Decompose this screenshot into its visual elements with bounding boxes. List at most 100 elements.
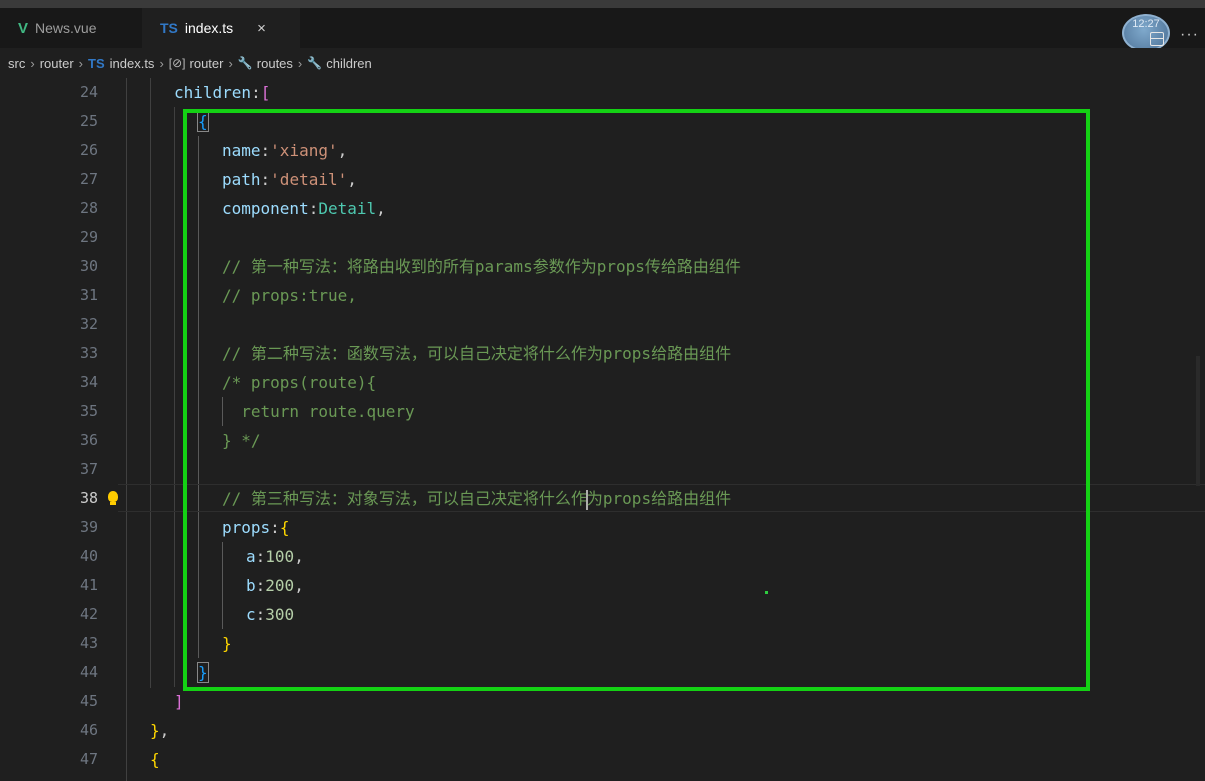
- code-line: 36 } */: [0, 426, 1205, 455]
- chevron-right-icon: ›: [228, 55, 233, 71]
- code-text: component:Detail,: [222, 199, 386, 218]
- code-text: children:[: [174, 83, 271, 102]
- line-number: 40: [79, 547, 98, 565]
- line-number: 46: [79, 721, 98, 739]
- code-line: 35 return route.query: [0, 397, 1205, 426]
- code-line: 37: [0, 455, 1205, 484]
- avatar-time: 12:27: [1132, 18, 1160, 30]
- vue-file-icon: V: [18, 19, 29, 37]
- ts-file-icon: TS: [88, 55, 105, 71]
- breadcrumb-item-routes[interactable]: routes: [257, 56, 293, 71]
- code-line: 45 ]: [0, 687, 1205, 716]
- wrench-icon: 🔧: [237, 56, 253, 70]
- comment: return route.query: [222, 402, 415, 421]
- code-line: 42 c:300: [0, 600, 1205, 629]
- line-number: 42: [79, 605, 98, 623]
- code-line-current: 38 // 第三种写法：对象写法，可以自己决定将什么作为props给路由组件: [0, 484, 1205, 513]
- breadcrumb-item-children[interactable]: children: [326, 56, 372, 71]
- ts-file-icon: TS: [160, 20, 178, 36]
- line-number: 39: [79, 518, 98, 536]
- comment: // props:true,: [222, 286, 357, 305]
- lightbulb-icon[interactable]: [108, 491, 118, 505]
- line-number: 43: [79, 634, 98, 652]
- code-line: 28 component:Detail,: [0, 194, 1205, 223]
- line-number: 24: [79, 83, 98, 101]
- chevron-right-icon: ›: [159, 55, 164, 71]
- line-number: 37: [79, 460, 98, 478]
- line-number: 26: [79, 141, 98, 159]
- code-line: 40 a:100,: [0, 542, 1205, 571]
- line-number: 25: [79, 112, 98, 130]
- line-number: 36: [79, 431, 98, 449]
- annotation-dot: [765, 591, 768, 594]
- comment: // 第一种写法：将路由收到的所有params参数作为props传给路由组件: [222, 257, 741, 276]
- code-text: }: [222, 634, 232, 653]
- tab-label: News.vue: [35, 20, 97, 36]
- code-text: },: [150, 721, 170, 740]
- code-line: 39 props:{: [0, 513, 1205, 542]
- title-strip: [0, 0, 1205, 8]
- line-number: 32: [79, 315, 98, 333]
- code-line: 24 children:[: [0, 78, 1205, 107]
- code-editor[interactable]: 24 children:[ 25 { 26 name:'xiang', 27 p…: [0, 78, 1205, 781]
- wrench-icon: 🔧: [307, 56, 323, 70]
- code-text: }: [197, 662, 209, 683]
- line-number: 28: [79, 199, 98, 217]
- code-text: c:300: [246, 605, 295, 624]
- code-line: 27 path:'detail',: [0, 165, 1205, 194]
- line-number: 35: [79, 402, 98, 420]
- comment: } */: [222, 431, 261, 450]
- line-number: 27: [79, 170, 98, 188]
- code-text: props:{: [222, 518, 290, 537]
- code-line: 33 // 第二种写法：函数写法，可以自己决定将什么作为props给路由组件: [0, 339, 1205, 368]
- line-number: 45: [79, 692, 98, 710]
- line-number: 29: [79, 228, 98, 246]
- code-line: 47 {: [0, 745, 1205, 774]
- tab-news-vue[interactable]: V News.vue: [0, 8, 142, 48]
- line-number: 34: [79, 373, 98, 391]
- breadcrumb-item-src[interactable]: src: [8, 56, 25, 71]
- line-number: 33: [79, 344, 98, 362]
- code-text: path:'detail',: [222, 170, 357, 189]
- split-editor-icon[interactable]: [1150, 32, 1164, 46]
- comment: /* props(route){: [222, 373, 377, 392]
- code-line: 43 }: [0, 629, 1205, 658]
- line-number: 30: [79, 257, 98, 275]
- code-text: a:100,: [246, 547, 304, 566]
- code-line: 30 // 第一种写法：将路由收到的所有params参数作为props传给路由组…: [0, 252, 1205, 281]
- breadcrumb: src › router › TS index.ts › [⊘] router …: [0, 48, 1205, 78]
- tab-bar: V News.vue TS index.ts × 12:27 ···: [0, 8, 1205, 52]
- code-line: 25 {: [0, 107, 1205, 136]
- variable-icon: [⊘]: [168, 56, 186, 70]
- chevron-right-icon: ›: [297, 55, 303, 71]
- breadcrumb-item-router-symbol[interactable]: router: [190, 56, 224, 71]
- code-text: {: [197, 111, 209, 132]
- comment: // 第三种写法：对象写法，可以自己决定将什么作为props给路由组件: [222, 489, 732, 510]
- chevron-right-icon: ›: [30, 55, 35, 71]
- code-line: 44 }: [0, 658, 1205, 687]
- code-text: {: [150, 750, 160, 769]
- line-number: 47: [79, 750, 98, 768]
- line-number: 44: [79, 663, 98, 681]
- more-actions-icon[interactable]: ···: [1180, 26, 1199, 44]
- line-number: 38: [79, 489, 98, 507]
- code-line: 29: [0, 223, 1205, 252]
- code-line: 41 b:200,: [0, 571, 1205, 600]
- tab-label: index.ts: [184, 20, 234, 36]
- tab-index-ts[interactable]: TS index.ts ×: [142, 8, 300, 48]
- line-number: 41: [79, 576, 98, 594]
- code-line: 32: [0, 310, 1205, 339]
- line-number: 31: [79, 286, 98, 304]
- code-line: 31 // props:true,: [0, 281, 1205, 310]
- breadcrumb-item-file[interactable]: index.ts: [110, 56, 155, 71]
- scrollbar[interactable]: [1196, 356, 1200, 486]
- code-text: b:200,: [246, 576, 304, 595]
- code-line: 34 /* props(route){: [0, 368, 1205, 397]
- close-icon[interactable]: ×: [257, 20, 266, 37]
- comment: // 第二种写法：函数写法，可以自己决定将什么作为props给路由组件: [222, 344, 732, 363]
- code-line: 46 },: [0, 716, 1205, 745]
- chevron-right-icon: ›: [78, 55, 83, 71]
- code-text: ]: [174, 692, 184, 711]
- breadcrumb-item-router[interactable]: router: [40, 56, 74, 71]
- code-line: 26 name:'xiang',: [0, 136, 1205, 165]
